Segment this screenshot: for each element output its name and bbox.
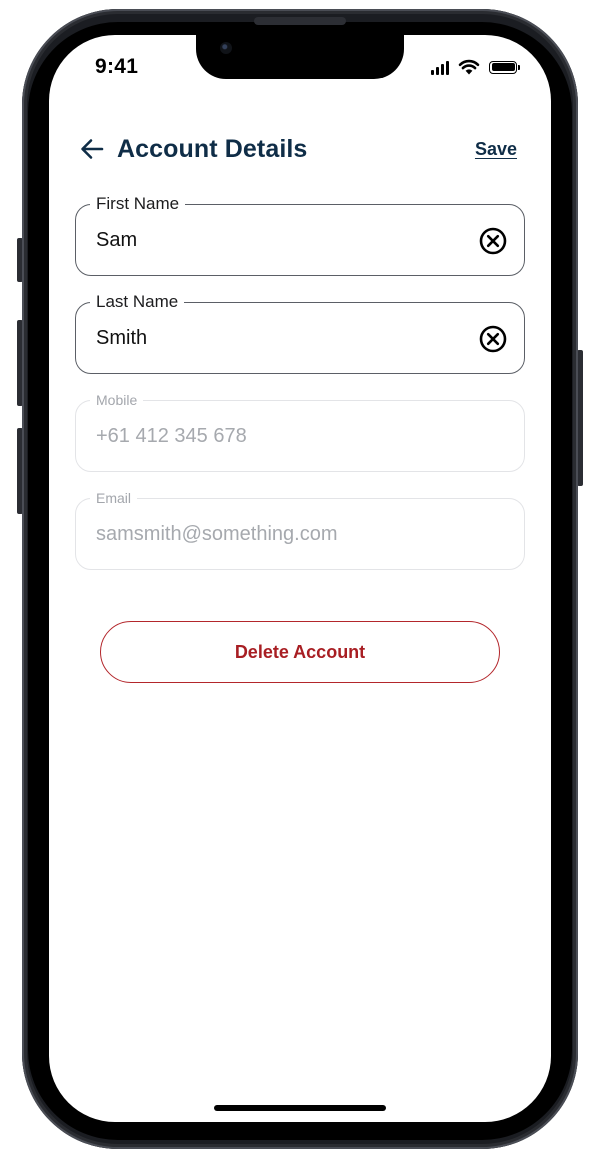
first-name-field: First Name	[75, 193, 525, 276]
last-name-field: Last Name	[75, 291, 525, 374]
first-name-input[interactable]	[96, 205, 456, 275]
page-title: Account Details	[117, 134, 308, 163]
email-field: Email	[75, 489, 525, 570]
mobile-field: Mobile	[75, 391, 525, 472]
phone-screen: 9:41 Account Details Save First Name Sam…	[49, 35, 551, 1122]
battery-icon	[489, 60, 520, 74]
cellular-signal-icon	[431, 60, 449, 75]
arrow-left-icon	[81, 139, 104, 159]
mobile-input	[96, 401, 456, 471]
notch	[196, 35, 404, 79]
back-button[interactable]	[77, 134, 107, 164]
earpiece-speaker	[254, 17, 346, 25]
status-time: 9:41	[95, 55, 139, 78]
email-input	[96, 499, 456, 569]
last-name-input[interactable]	[96, 303, 456, 373]
home-indicator[interactable]	[214, 1105, 386, 1111]
delete-account-button[interactable]: Delete Account	[100, 621, 500, 683]
save-button[interactable]: Save	[475, 139, 517, 160]
status-icons	[431, 59, 520, 75]
clear-circle-x-icon[interactable]	[478, 226, 508, 256]
wifi-icon	[458, 59, 480, 75]
clear-circle-x-icon[interactable]	[478, 324, 508, 354]
front-camera	[220, 42, 232, 54]
top-bar: Account Details Save	[77, 131, 517, 167]
